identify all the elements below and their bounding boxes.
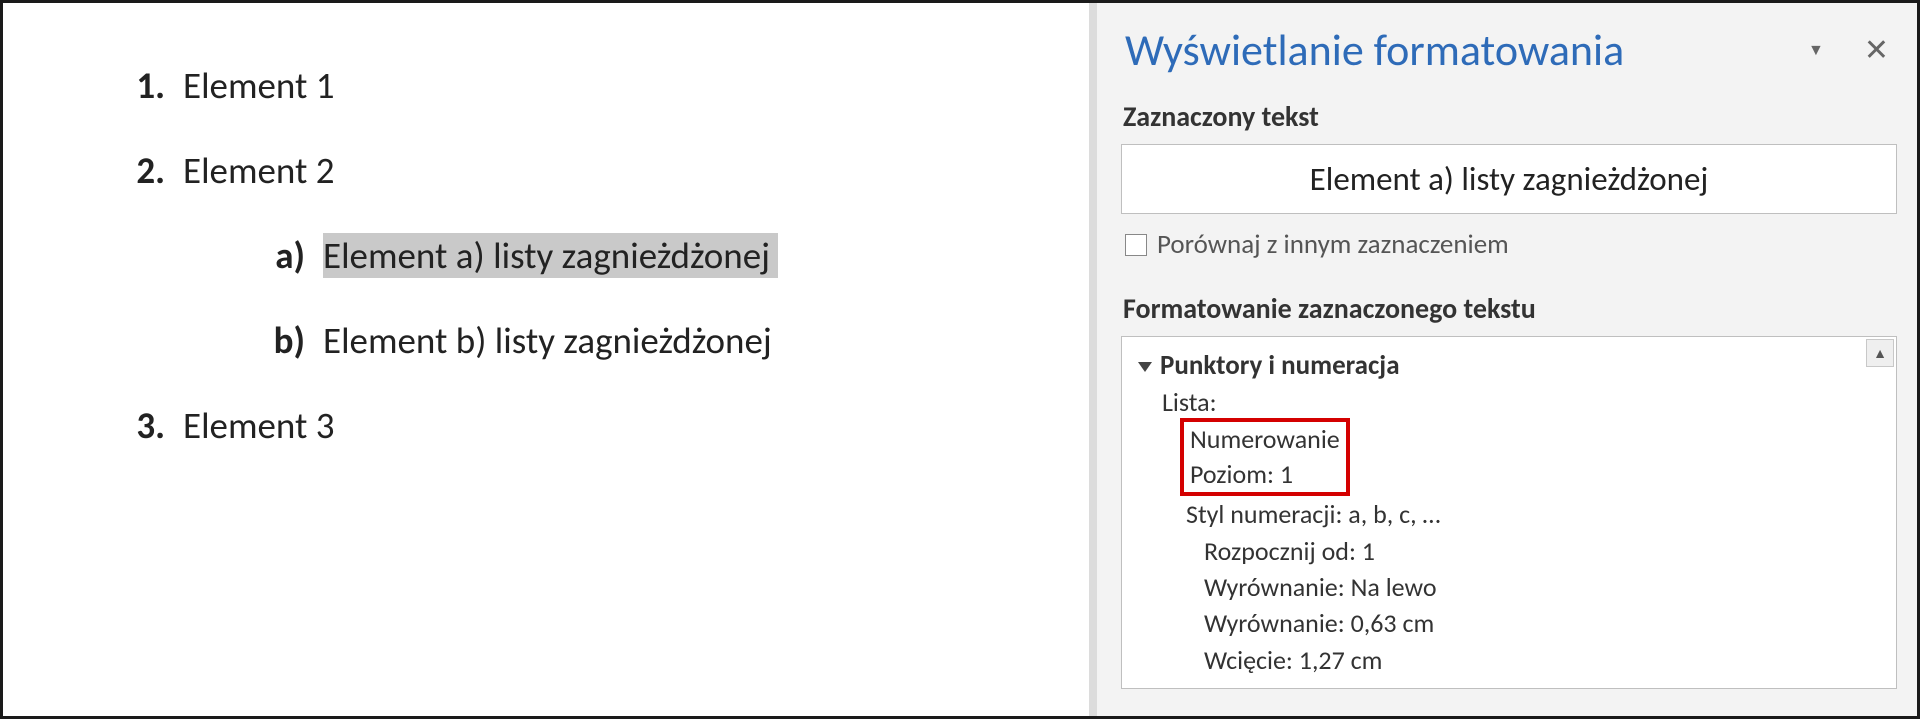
- indent-value: Wcięcie: 1,27 cm: [1204, 642, 1880, 678]
- close-icon[interactable]: ✕: [1864, 32, 1889, 69]
- list-item[interactable]: b) Element b) listy zagnieżdżonej: [263, 318, 1049, 363]
- pane-title: Wyświetlanie formatowania: [1125, 23, 1624, 77]
- reveal-formatting-pane: Wyświetlanie formatowania ▼ ✕ Zaznaczony…: [1097, 3, 1917, 716]
- document-editor[interactable]: 1. Element 1 2. Element 2 a) Element a) …: [3, 3, 1089, 716]
- list-text: Element 2: [183, 148, 335, 193]
- numbering-value: Numerowanie: [1190, 422, 1340, 457]
- number-style-value: Styl numeracji: a, b, c, …: [1186, 496, 1880, 532]
- list-text: Element 3: [183, 403, 335, 448]
- compare-checkbox-label: Porównaj z innym zaznaczeniem: [1157, 228, 1509, 261]
- pane-menu-icon[interactable]: ▼: [1808, 41, 1824, 60]
- list-number: 1.: [123, 63, 183, 108]
- scroll-up-button[interactable]: ▲: [1866, 339, 1894, 367]
- pane-divider: [1089, 3, 1097, 716]
- numbering-level-highlight: Numerowanie Poziom: 1: [1180, 418, 1350, 496]
- start-at-value: Rozpocznij od: 1: [1204, 533, 1880, 569]
- compare-checkbox[interactable]: [1125, 234, 1147, 256]
- compare-checkbox-row[interactable]: Porównaj z innym zaznaczeniem: [1125, 228, 1897, 261]
- list-text: Element a) listy zagnieżdżonej: [323, 233, 778, 278]
- list-text: Element b) listy zagnieżdżonej: [323, 318, 772, 363]
- alignment-side-value: Wyrównanie: Na lewo: [1204, 569, 1880, 605]
- lista-label: Lista:: [1162, 386, 1880, 418]
- selected-text-label: Zaznaczony tekst: [1123, 99, 1897, 134]
- list-text: Element 1: [183, 63, 335, 108]
- alignment-distance-value: Wyrównanie: 0,63 cm: [1204, 605, 1880, 641]
- formatting-tree-box[interactable]: ▲ Punktory i numeracja Lista: Numerowani…: [1121, 336, 1897, 689]
- selected-text-box[interactable]: Element a) listy zagnieżdżonej: [1121, 144, 1897, 214]
- formatting-section-label: Formatowanie zaznaczonego tekstu: [1123, 291, 1897, 326]
- collapse-icon[interactable]: [1138, 362, 1152, 372]
- list-item-selected[interactable]: a) Element a) listy zagnieżdżonej: [263, 233, 1049, 278]
- bullets-heading[interactable]: Punktory i numeracja: [1138, 349, 1880, 382]
- list-number: 2.: [123, 148, 183, 193]
- list-number: a): [263, 233, 323, 278]
- list-number: b): [263, 318, 323, 363]
- list-item[interactable]: 1. Element 1: [123, 63, 1049, 108]
- list-item[interactable]: 3. Element 3: [123, 403, 1049, 448]
- list-number: 3.: [123, 403, 183, 448]
- level-value: Poziom: 1: [1190, 457, 1340, 492]
- list-item[interactable]: 2. Element 2: [123, 148, 1049, 193]
